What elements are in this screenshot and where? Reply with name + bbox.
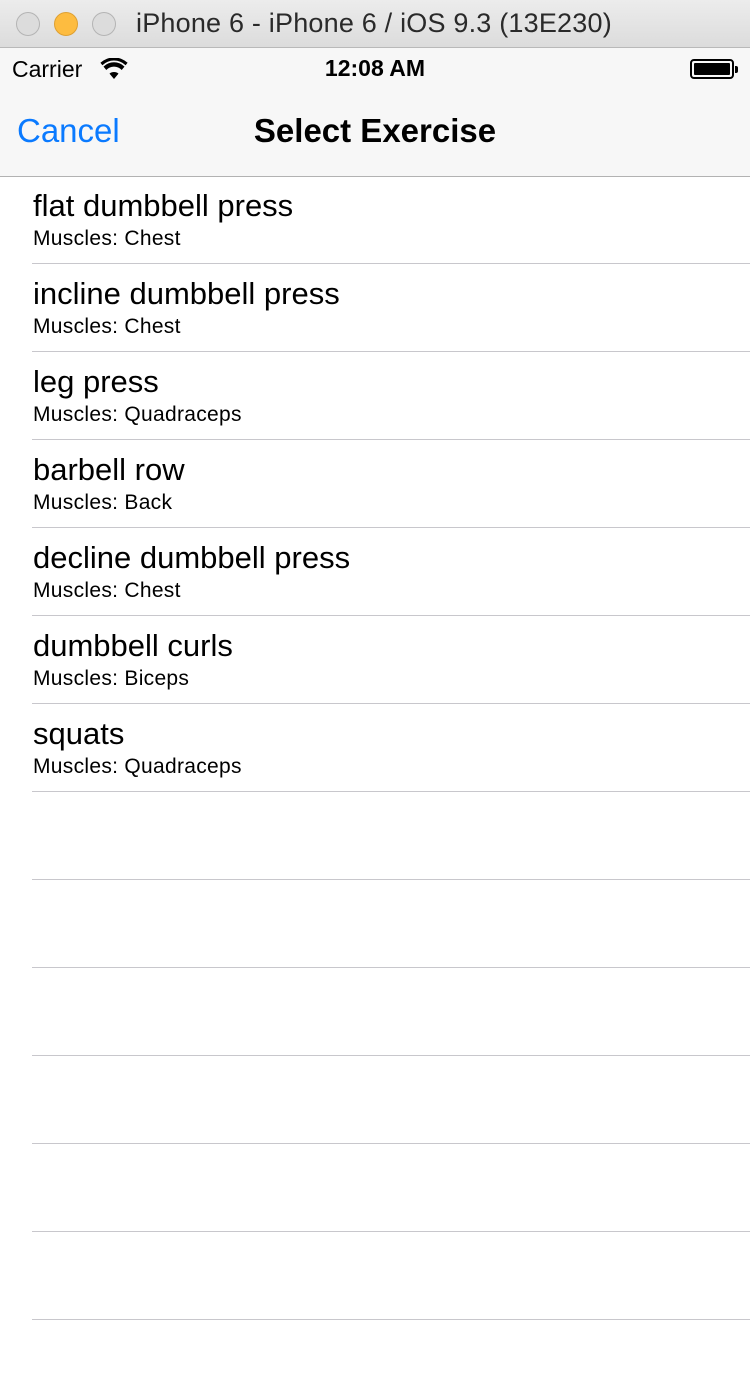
exercise-row[interactable]: flat dumbbell press Muscles: Chest [32, 176, 750, 264]
exercise-muscles: Muscles: Quadraceps [33, 755, 242, 778]
exercise-row[interactable]: squats Muscles: Quadraceps [32, 704, 750, 792]
minimize-window-button[interactable] [54, 11, 78, 36]
empty-row [32, 1320, 750, 1376]
close-window-button[interactable] [16, 11, 40, 36]
exercise-muscles: Muscles: Biceps [33, 667, 190, 690]
exercise-name: flat dumbbell press [33, 188, 294, 223]
simulator-title-bar: iPhone 6 - iPhone 6 / iOS 9.3 (13E230) [0, 0, 750, 48]
battery-tip [735, 66, 738, 73]
exercise-row[interactable]: leg press Muscles: Quadraceps [32, 352, 750, 440]
exercise-muscles: Muscles: Back [33, 491, 173, 514]
exercise-table: flat dumbbell press Muscles: Chest incli… [0, 176, 750, 1376]
window-title: iPhone 6 - iPhone 6 / iOS 9.3 (13E230) [136, 8, 612, 38]
exercise-row[interactable]: decline dumbbell press Muscles: Chest [32, 528, 750, 616]
empty-row [32, 792, 750, 880]
exercise-row[interactable]: incline dumbbell press Muscles: Chest [32, 264, 750, 352]
window-controls [16, 11, 116, 36]
battery-level [694, 63, 730, 75]
exercise-name: incline dumbbell press [33, 276, 340, 311]
exercise-muscles: Muscles: Chest [33, 315, 181, 338]
zoom-window-button[interactable] [92, 11, 116, 36]
exercise-name: leg press [33, 364, 159, 399]
status-time: 12:08 AM [324, 55, 426, 81]
empty-row [32, 1232, 750, 1320]
battery-icon [690, 59, 738, 79]
exercise-row[interactable]: dumbbell curls Muscles: Biceps [32, 616, 750, 704]
empty-row [32, 968, 750, 1056]
status-bar: Carrier 12:08 AM [0, 48, 750, 88]
page-title: Select Exercise [253, 112, 497, 149]
empty-row [32, 1056, 750, 1144]
empty-row [32, 1144, 750, 1232]
exercise-row[interactable]: barbell row Muscles: Back [32, 440, 750, 528]
exercise-name: dumbbell curls [33, 628, 233, 663]
exercise-muscles: Muscles: Quadraceps [33, 403, 242, 426]
exercise-name: barbell row [33, 452, 185, 487]
exercise-name: decline dumbbell press [33, 540, 351, 575]
empty-row [32, 880, 750, 968]
navigation-bar: Cancel Select Exercise [0, 88, 750, 177]
exercise-muscles: Muscles: Chest [33, 579, 181, 602]
exercise-name: squats [33, 716, 125, 751]
exercise-muscles: Muscles: Chest [33, 227, 181, 250]
